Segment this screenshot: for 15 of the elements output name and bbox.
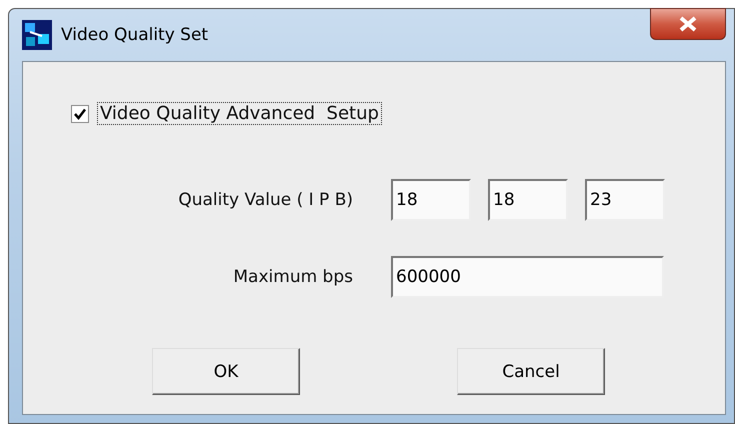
checkbox-label[interactable]: Video Quality Advanced Setup <box>97 102 382 125</box>
quality-input[interactable]: 18 <box>488 179 568 221</box>
maximum-bps-input[interactable]: 600000 <box>391 256 664 298</box>
window-title: Video Quality Set <box>61 25 208 45</box>
advanced-setup-checkbox[interactable] <box>71 104 89 122</box>
quality-input[interactable]: 18 <box>391 179 471 221</box>
close-icon <box>678 16 698 32</box>
quality-value-label: Quality Value ( I P B) <box>177 190 354 210</box>
close-button[interactable] <box>650 8 726 40</box>
cancel-button[interactable]: Cancel <box>457 348 605 395</box>
check-icon <box>74 108 86 120</box>
ok-button[interactable]: OK <box>152 348 300 395</box>
quality-input[interactable]: 23 <box>585 179 665 221</box>
app-icon <box>22 20 52 50</box>
maximum-bps-label: Maximum bps <box>232 267 354 287</box>
